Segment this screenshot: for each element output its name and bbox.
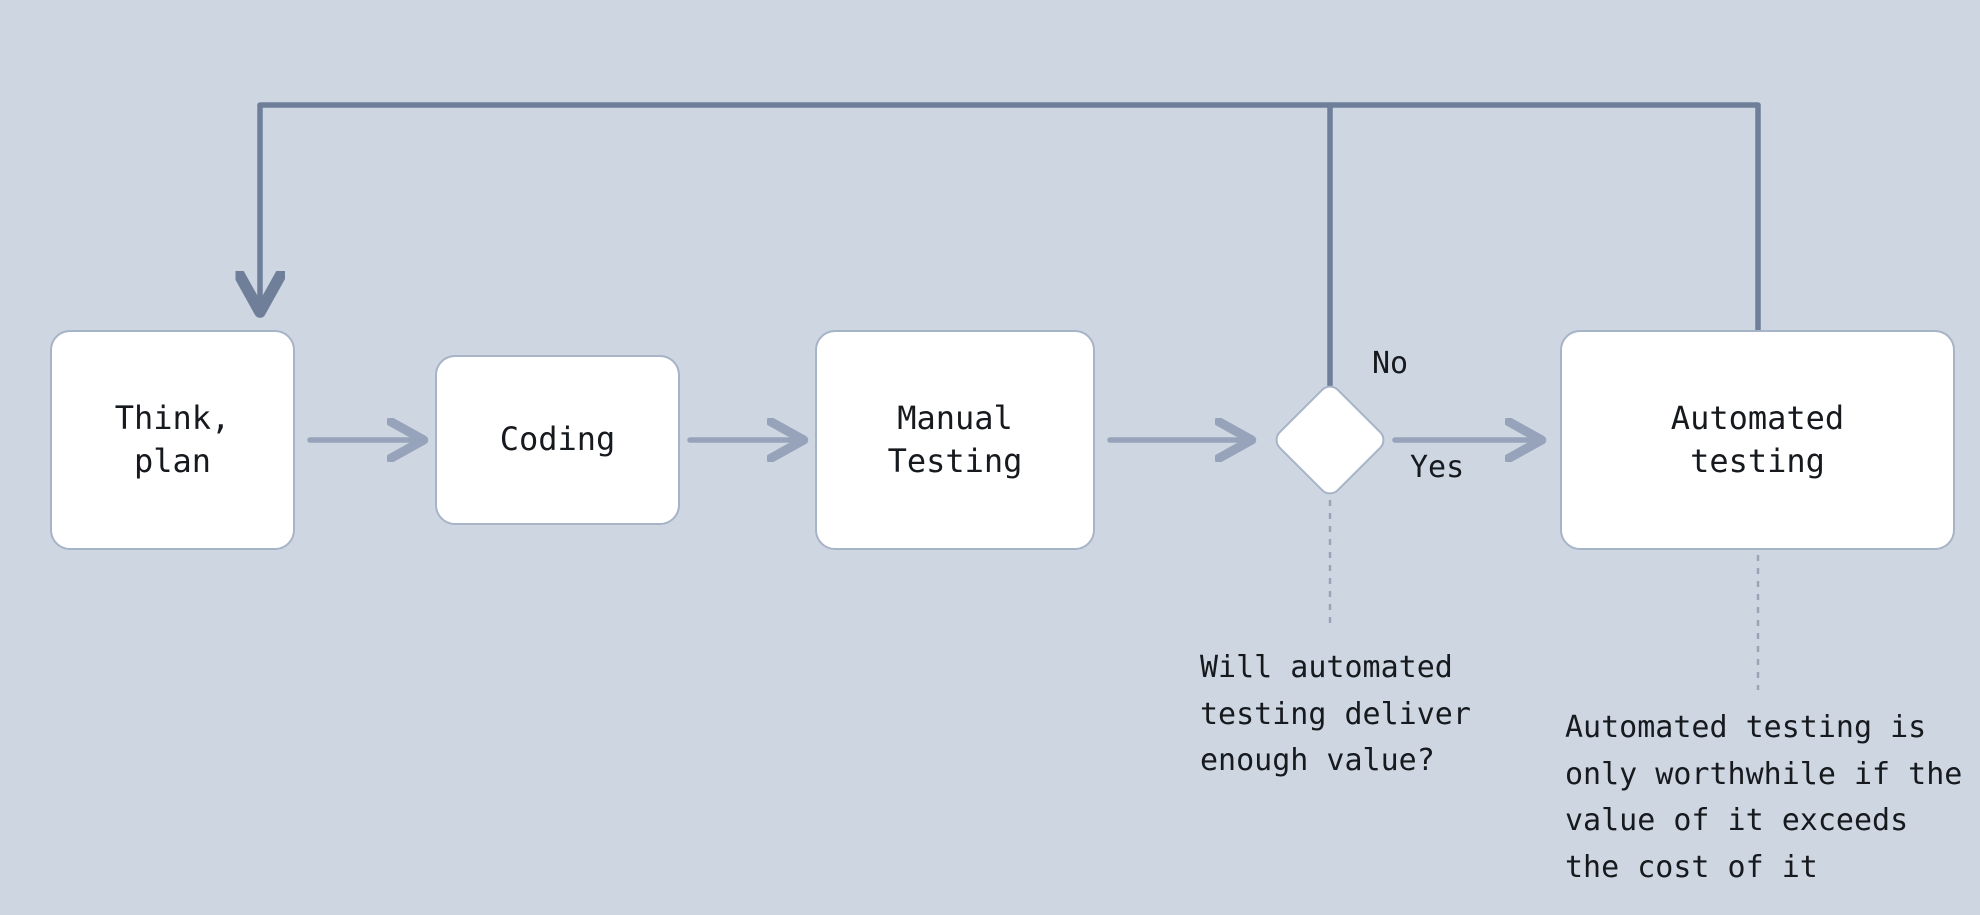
decision-label-no: No bbox=[1372, 346, 1408, 381]
node-label: Manual Testing bbox=[888, 397, 1023, 483]
node-label: Coding bbox=[500, 418, 616, 461]
node-label: Automated testing bbox=[1671, 397, 1844, 483]
node-decision bbox=[1288, 398, 1372, 482]
note-decision: Will automated testing deliver enough va… bbox=[1200, 645, 1510, 785]
note-automated: Automated testing is only worthwhile if … bbox=[1565, 705, 1975, 891]
node-label: Think, plan bbox=[115, 397, 231, 483]
node-manual-testing: Manual Testing bbox=[815, 330, 1095, 550]
node-automated-testing: Automated testing bbox=[1560, 330, 1955, 550]
node-coding: Coding bbox=[435, 355, 680, 525]
flow-diagram: Think, plan Coding Manual Testing No Yes… bbox=[0, 0, 1980, 915]
decision-diamond-shape bbox=[1271, 381, 1390, 500]
node-think-plan: Think, plan bbox=[50, 330, 295, 550]
decision-label-yes: Yes bbox=[1410, 450, 1464, 485]
feedback-edge-automated-to-think bbox=[260, 105, 1758, 330]
